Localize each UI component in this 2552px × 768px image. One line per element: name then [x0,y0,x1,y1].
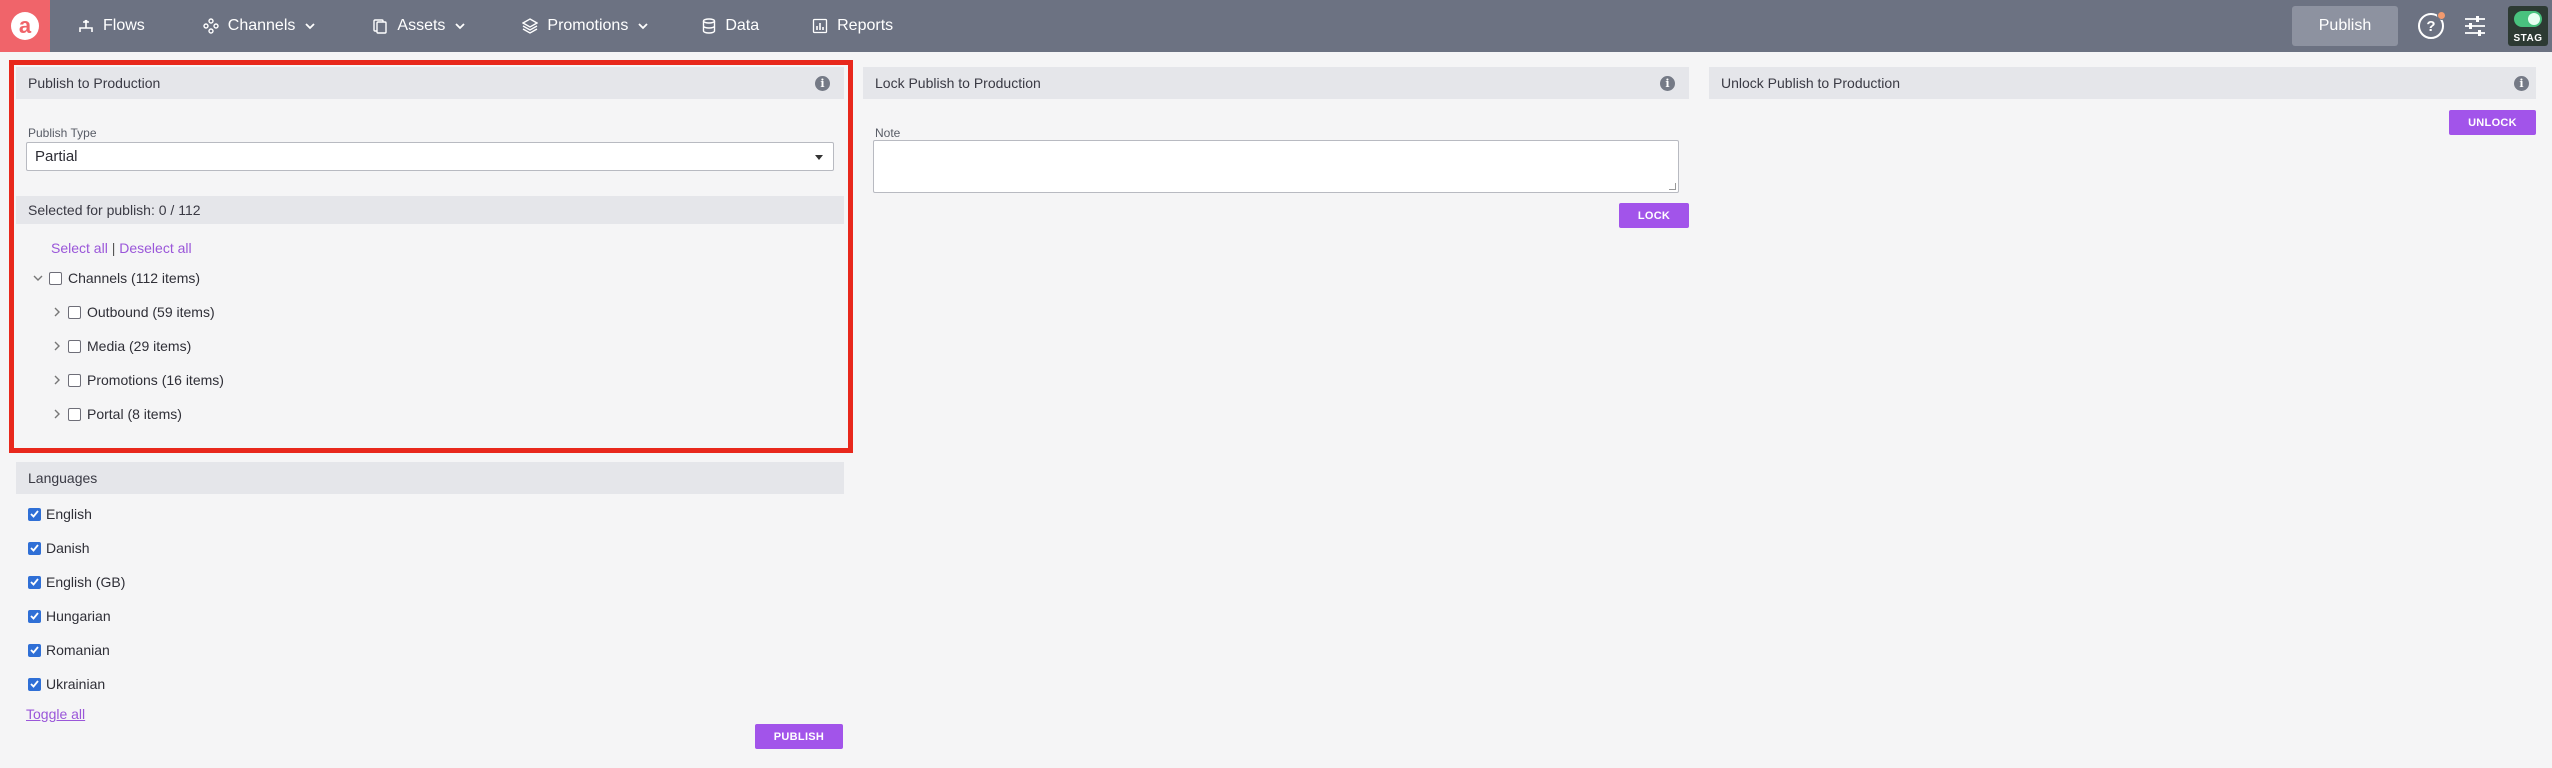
language-option-ukrainian[interactable]: Ukrainian [28,676,105,692]
publish-top-button[interactable]: Publish [2292,6,2398,46]
toggle-all-link[interactable]: Toggle all [26,706,85,722]
flows-icon [79,19,93,32]
top-navigation-bar: a Flows Channels Assets Promotions Data … [0,0,2552,52]
publish-panel-title: Publish to Production [28,75,161,91]
nav-assets[interactable]: Assets [368,0,470,52]
nav-reports-label: Reports [837,17,894,34]
language-label: Danish [46,540,90,556]
caret-down-icon [815,155,823,160]
deselect-all-link[interactable]: Deselect all [119,240,191,256]
tree-node-label: Portal (8 items) [87,406,182,422]
language-option-hungarian[interactable]: Hungarian [28,608,111,624]
chevron-right-icon[interactable] [50,339,64,353]
link-separator: | [111,240,116,256]
chevron-down-icon[interactable] [31,271,45,285]
environment-toggle-icon [2514,11,2542,27]
checkbox-checked-icon[interactable] [28,541,41,555]
nav-promotions[interactable]: Promotions [518,0,653,52]
publish-panel-header: Publish to Production i [16,67,844,99]
checkbox-channels[interactable] [49,271,62,285]
language-label: English (GB) [46,574,126,590]
lock-panel-title: Lock Publish to Production [875,75,1041,91]
help-icon[interactable]: ? [2418,11,2446,39]
help-symbol: ? [2426,17,2436,35]
chevron-down-icon [638,23,648,30]
tree-node-outbound[interactable]: Outbound (59 items) [50,304,215,320]
sliders-icon[interactable] [2464,14,2486,38]
nav-data[interactable]: Data [698,0,763,52]
nav-channels[interactable]: Channels [199,0,321,52]
lock-panel-header: Lock Publish to Production i [863,67,1689,99]
tree-node-channels[interactable]: Channels (112 items) [31,270,200,286]
note-label: Note [875,126,901,140]
notification-dot [2437,11,2446,20]
publish-type-value: Partial [35,148,78,165]
promotions-icon [522,18,539,34]
language-option-romanian[interactable]: Romanian [28,642,110,658]
language-label: Hungarian [46,608,111,624]
app-logo[interactable]: a [0,0,50,52]
publish-type-select[interactable]: Partial [26,142,834,171]
unlock-button[interactable]: UNLOCK [2449,110,2536,135]
checkbox-checked-icon[interactable] [28,507,41,521]
tree-node-label: Media (29 items) [87,338,192,354]
assets-icon [373,19,388,34]
nav-promotions-label: Promotions [547,17,629,34]
selected-summary: Selected for publish: 0 / 112 [28,202,201,218]
resize-handle-icon[interactable] [1669,183,1676,190]
chevron-down-icon [305,23,316,30]
logo-icon: a [11,12,39,40]
language-option-english-gb[interactable]: English (GB) [28,574,125,590]
publish-button[interactable]: PUBLISH [755,724,843,749]
checkbox-outbound[interactable] [68,305,81,319]
selected-summary-bar: Selected for publish: 0 / 112 [16,196,844,224]
info-icon[interactable]: i [1660,76,1675,91]
select-all-link[interactable]: Select all [51,240,108,256]
checkbox-checked-icon[interactable] [28,677,41,691]
nav-assets-label: Assets [397,17,446,34]
chevron-down-icon [455,23,466,30]
tree-node-label: Promotions (16 items) [87,372,224,388]
checkbox-checked-icon[interactable] [28,609,41,623]
tree-node-media[interactable]: Media (29 items) [50,338,191,354]
selection-links: Select all | Deselect all [51,240,192,256]
database-icon [703,18,716,34]
language-label: English [46,506,92,522]
language-option-english[interactable]: English [28,506,92,522]
nav-data-label: Data [725,17,760,34]
channels-icon [203,18,219,34]
language-label: Ukrainian [46,676,106,692]
languages-title: Languages [28,470,98,486]
tree-node-portal[interactable]: Portal (8 items) [50,406,182,422]
bar-chart-icon [812,18,828,34]
environment-label: STAG [2513,33,2543,44]
checkbox-portal[interactable] [68,407,81,421]
tree-node-label: Channels (112 items) [68,270,201,286]
chevron-right-icon[interactable] [50,407,64,421]
checkbox-checked-icon[interactable] [28,575,41,589]
publish-type-label: Publish Type [28,126,97,140]
language-option-danish[interactable]: Danish [28,540,90,556]
lock-button[interactable]: LOCK [1619,203,1689,228]
tree-node-promotions[interactable]: Promotions (16 items) [50,372,224,388]
languages-panel-header: Languages [16,462,844,494]
chevron-right-icon[interactable] [50,305,64,319]
info-icon[interactable]: i [2514,76,2529,91]
unlock-panel-title: Unlock Publish to Production [1721,75,1900,91]
highlight-annotation [9,60,853,453]
nav-reports[interactable]: Reports [808,0,897,52]
nav-flows-label: Flows [103,17,145,34]
environment-badge[interactable]: STAG [2508,6,2548,46]
checkbox-checked-icon[interactable] [28,643,41,657]
note-textarea[interactable] [873,140,1679,193]
checkbox-media[interactable] [68,339,81,353]
language-label: Romanian [46,642,110,658]
info-icon[interactable]: i [815,76,830,91]
nav-channels-label: Channels [227,17,296,34]
checkbox-promotions[interactable] [68,373,81,387]
nav-flows[interactable]: Flows [74,0,149,52]
tree-node-label: Outbound (59 items) [87,304,215,320]
chevron-right-icon[interactable] [50,373,64,387]
unlock-panel-header: Unlock Publish to Production i [1709,67,2536,99]
